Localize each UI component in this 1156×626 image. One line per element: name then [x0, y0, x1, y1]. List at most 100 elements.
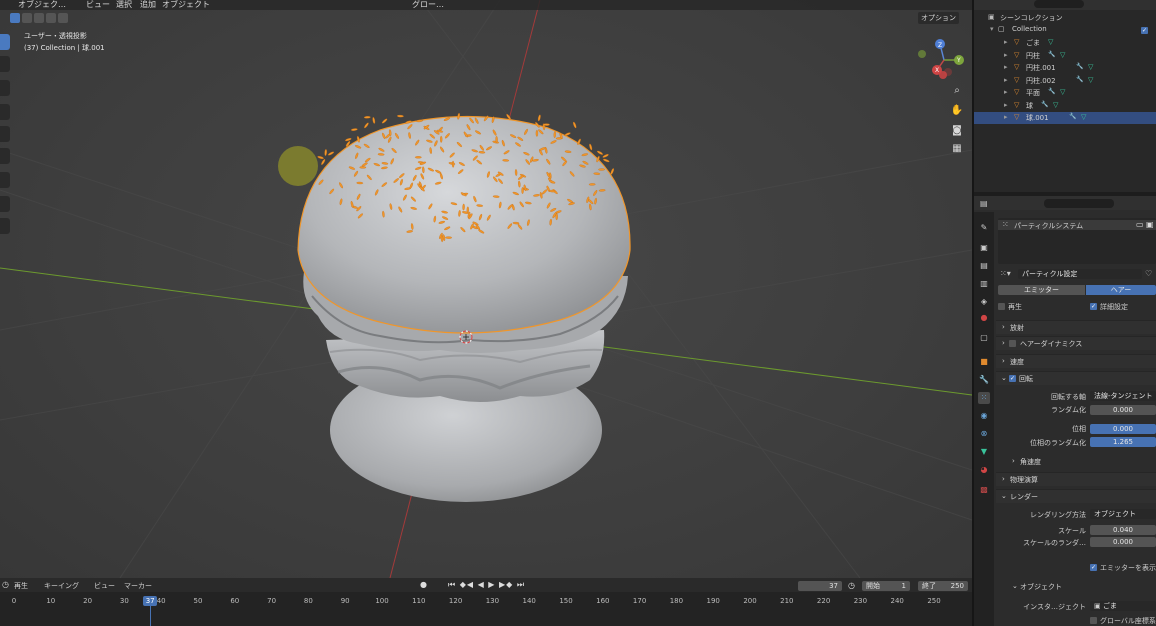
modifier-icon[interactable]: 🔧	[1041, 101, 1048, 108]
tool-measure[interactable]	[0, 196, 10, 212]
panel-emission[interactable]: › 放射	[996, 320, 1156, 334]
fake-user-icon[interactable]: ♡	[1145, 269, 1152, 278]
viewport-toggle-icon[interactable]: ▭	[1136, 220, 1144, 229]
mesh-data-icon[interactable]: ▽	[1060, 51, 1065, 59]
panel-velocity[interactable]: › 速度	[996, 354, 1156, 368]
outliner[interactable]: ▣ シーンコレクション ▾ ▢ Collection ✓ ▸ ▽ ごま ▽ ▸ ▽ 円柱 🔧 ▽…	[974, 0, 1156, 192]
phase-field[interactable]: 0.000	[1090, 424, 1156, 434]
clock-icon[interactable]: ◷	[848, 581, 855, 590]
frame-start-field[interactable]: 開始 1	[862, 581, 910, 591]
menu-marker[interactable]: マーカー	[124, 581, 152, 591]
panel-angular-velocity[interactable]: › 角速度	[996, 455, 1156, 469]
playhead-frame[interactable]: 37	[143, 596, 158, 606]
expand-collection-icon[interactable]: ▾	[990, 25, 994, 33]
current-frame-field[interactable]: 37	[798, 581, 842, 591]
menu-view[interactable]: ビュー	[94, 581, 115, 591]
phase-random-field[interactable]: 1.265	[1090, 437, 1156, 447]
properties-editor[interactable]: ▤ ✎ ▣ ▤ ▥ ◈ ● ▢ ■ 🔧 ⁙ ◉ ⊗ ▼ ◕ ▩ ⁙ パーティクル…	[974, 196, 1156, 626]
settings-icon[interactable]: ⁙▾	[1000, 269, 1011, 278]
texture-tab-icon[interactable]: ▩	[978, 484, 990, 496]
viewport-scene[interactable]: Z Y X	[0, 0, 972, 578]
playhead-line[interactable]	[150, 606, 152, 626]
rotation-axis-dropdown[interactable]: 法線-タンジェント	[1090, 391, 1156, 401]
output-tab-icon[interactable]: ▤	[978, 260, 990, 272]
render-toggle-icon[interactable]: ▣	[1146, 220, 1154, 229]
regrow-checkbox[interactable]	[998, 303, 1005, 310]
particle-system-list[interactable]: ⁙ パーティクルシステム ▭ ▣	[998, 218, 1156, 264]
tool-annotate[interactable]	[0, 172, 10, 188]
tool-rotate[interactable]	[0, 104, 10, 120]
select-invert-icon[interactable]	[46, 13, 56, 23]
expand-icon[interactable]: ▸	[1004, 76, 1008, 84]
modifier-icon[interactable]: 🔧	[1076, 76, 1083, 83]
scene-tab-icon[interactable]: ◈	[978, 296, 990, 308]
mesh-data-icon[interactable]: ▽	[1088, 76, 1093, 84]
show-emitter-checkbox[interactable]: ✓	[1090, 564, 1097, 571]
particle-settings-row[interactable]: ⁙▾ パーティクル設定 ♡	[998, 269, 1156, 280]
scene-collection-row[interactable]: ▣ シーンコレクション	[974, 12, 1156, 24]
menu-playback[interactable]: 再生	[14, 581, 28, 591]
timeline[interactable]: ◷ 再生 キーイング ビュー マーカー ● ⏮ ◆◀ ◀ ▶ ▶◆ ⏭ 37 ◷…	[0, 578, 972, 626]
menu-object[interactable]: オブジェクト	[162, 0, 210, 10]
render-tab-icon[interactable]: ▣	[978, 242, 990, 254]
collection-exclude-checkbox[interactable]: ✓	[1141, 27, 1148, 34]
instance-object-field[interactable]: ▣ ごま	[1090, 601, 1156, 611]
panel-rotation[interactable]: ⌄ ✓ 回転	[996, 371, 1156, 385]
physics-tab-icon[interactable]: ◉	[978, 410, 990, 422]
global-coords-checkbox[interactable]	[1090, 617, 1097, 624]
tool-select-box[interactable]	[0, 34, 10, 50]
select-new-icon[interactable]	[10, 13, 20, 23]
outliner-item[interactable]: ▸ ▽ 円柱.001 🔧 ▽	[974, 62, 1156, 74]
randomize-field[interactable]: 0.000	[1090, 405, 1156, 415]
hair-tab[interactable]: ヘアー	[1086, 285, 1156, 295]
panel-render[interactable]: ⌄ レンダー	[996, 489, 1156, 503]
menu-select[interactable]: 選択	[116, 0, 132, 10]
expand-icon[interactable]: ▸	[1004, 63, 1008, 71]
options-dropdown[interactable]: オプション	[918, 12, 959, 24]
frame-end-field[interactable]: 終了 250	[918, 581, 968, 591]
camera-icon[interactable]: ◙	[950, 124, 964, 138]
tool-transform[interactable]	[0, 148, 10, 164]
collection-tab-icon[interactable]: ▢	[978, 332, 990, 344]
mesh-data-icon[interactable]: ▽	[1048, 38, 1053, 46]
panel-object[interactable]: ⌄ オブジェクト	[996, 580, 1156, 594]
select-subtract-icon[interactable]	[34, 13, 44, 23]
expand-icon[interactable]: ▸	[1004, 38, 1008, 46]
expand-icon[interactable]: ▸	[1004, 88, 1008, 96]
select-intersect-icon[interactable]	[58, 13, 68, 23]
constraints-tab-icon[interactable]: ⊗	[978, 428, 990, 440]
expand-icon[interactable]: ▸	[1004, 113, 1008, 121]
world-tab-icon[interactable]: ●	[978, 312, 990, 324]
menu-view[interactable]: ビュー	[86, 0, 110, 10]
tool-add-cube[interactable]	[0, 218, 10, 234]
timeline-editor-icon[interactable]: ◷	[2, 580, 9, 589]
select-extend-icon[interactable]	[22, 13, 32, 23]
advanced-checkbox[interactable]: ✓	[1090, 303, 1097, 310]
panel-hair-dynamics[interactable]: › ヘアーダイナミクス	[996, 336, 1156, 350]
menu-keying[interactable]: キーイング	[44, 581, 79, 591]
render-method-dropdown[interactable]: オブジェクト	[1090, 509, 1156, 519]
mesh-data-icon[interactable]: ▽	[1088, 63, 1093, 71]
particles-tab-icon[interactable]: ⁙	[978, 392, 990, 404]
outliner-item[interactable]: ▸ ▽ 円柱 🔧 ▽	[974, 50, 1156, 62]
tool-scale[interactable]	[0, 126, 10, 142]
hair-dynamics-checkbox[interactable]	[1009, 340, 1016, 347]
outliner-item[interactable]: ▸ ▽ 平面 🔧 ▽	[974, 87, 1156, 99]
object-tab-icon[interactable]: ■	[978, 356, 990, 368]
editor-type-icon[interactable]: ▤	[980, 199, 988, 208]
expand-icon[interactable]: ▸	[1004, 101, 1008, 109]
particle-system-item[interactable]: ⁙ パーティクルシステム ▭ ▣	[998, 220, 1156, 230]
3d-viewport[interactable]: Z Y X オブジェク… ビュー 選択 追加 オブジェクト グロー… オプション…	[0, 0, 972, 578]
emitter-tab[interactable]: エミッター	[998, 285, 1085, 295]
scale-field[interactable]: 0.040	[1090, 525, 1156, 535]
view-layer-tab-icon[interactable]: ▥	[978, 278, 990, 290]
particle-settings-field[interactable]: パーティクル設定	[1018, 269, 1142, 279]
select-mode-buttons[interactable]	[10, 13, 68, 23]
modifier-icon[interactable]: 🔧	[1048, 88, 1055, 95]
outliner-search-icon[interactable]	[1034, 0, 1084, 8]
modifier-tab-icon[interactable]: 🔧	[978, 374, 990, 386]
mesh-data-icon[interactable]: ▽	[1053, 101, 1058, 109]
tool-cursor[interactable]	[0, 56, 10, 72]
mesh-data-icon[interactable]: ▽	[1081, 113, 1086, 121]
collection-row[interactable]: ▾ ▢ Collection ✓	[974, 24, 1156, 36]
